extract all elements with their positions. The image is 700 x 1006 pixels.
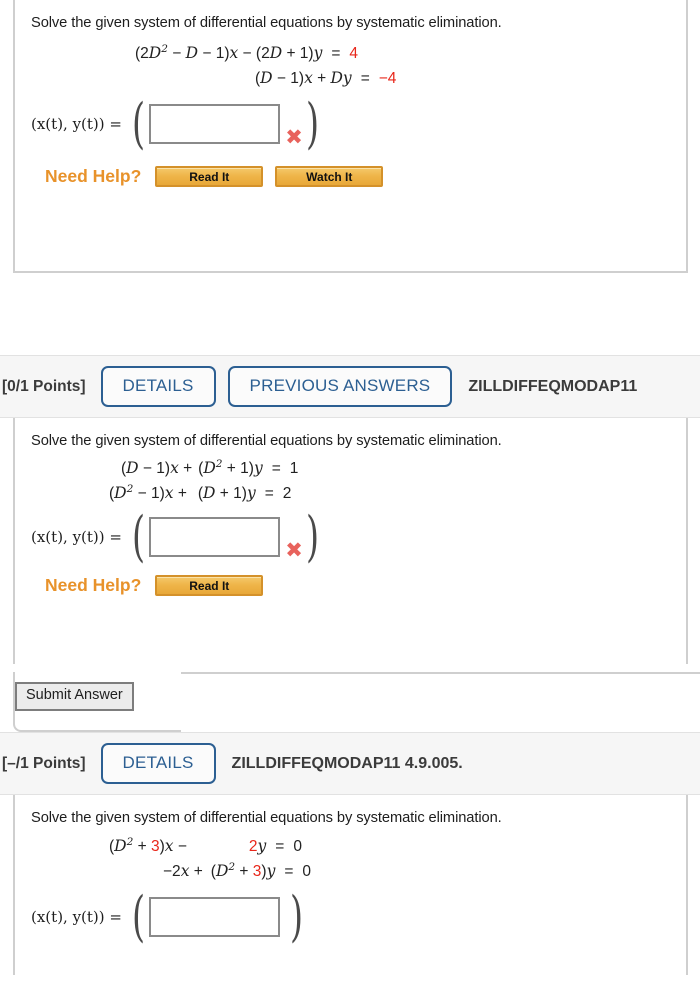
incorrect-x-icon: ✖ [285, 125, 303, 150]
equation-equals: = [360, 69, 370, 87]
equation-rhs: 0 [293, 838, 302, 856]
submit-answer-button[interactable]: Submit Answer [15, 682, 134, 711]
equation-rhs: 1 [289, 460, 299, 478]
answer-line-2: (x(t), y(t)) = ( ✖ ) [15, 504, 686, 568]
equation-rhs: 4 [349, 45, 359, 63]
answer-line-3: (x(t), y(t)) = ( ) [15, 884, 686, 948]
paren-right-decoration: ) [306, 91, 320, 155]
points-label-2: [0/1 Points] [2, 377, 86, 395]
answer-label: (x(t), y(t)) = [31, 908, 122, 927]
equation-block-1: (2D2 − D − 1)x − (2D + 1)y = 4 (D − 1)x … [15, 43, 686, 87]
previous-answers-button-2[interactable]: PREVIOUS ANSWERS [227, 366, 453, 407]
section-gap [0, 273, 700, 355]
equation-lhs: −2x + [163, 861, 203, 880]
equation-row: (D − 1)x + (D2 + 1)y = 1 [15, 458, 686, 478]
need-help-label: Need Help? [45, 575, 142, 596]
equation-equals: = [331, 45, 341, 63]
question-panel-2: Solve the given system of differential e… [13, 418, 688, 664]
equation-row: −2x + (D2 + 3)y = 0 [15, 860, 686, 880]
paren-left-decoration: ( [131, 884, 146, 948]
answer-label: (x(t), y(t)) = [31, 115, 122, 134]
equation-lhs: (D − 1)x + [121, 459, 193, 478]
equation-lhs-2: (D + 1)y [197, 483, 256, 502]
equation-lhs-2: (D2 + 1)y [198, 458, 263, 478]
equation-block-2: (D − 1)x + (D2 + 1)y = 1 (D2 − 1)x + (D … [15, 458, 686, 502]
equation-lhs-2: 2y [248, 837, 267, 856]
equation-row: (D2 + 3)x − 2y = 0 [15, 836, 686, 856]
equation-equals: = [271, 460, 281, 478]
question-panel-1: Solve the given system of differential e… [13, 0, 688, 273]
question-prompt-1: Solve the given system of differential e… [31, 15, 502, 31]
equation-rhs: 0 [302, 862, 312, 880]
question-prompt-2: Solve the given system of differential e… [31, 433, 502, 449]
equation-lhs: (D2 − 1)x + [109, 482, 187, 502]
watch-it-button[interactable]: Watch It [275, 166, 384, 188]
details-button-3[interactable]: DETAILS [100, 743, 216, 784]
points-label-3: [–/1 Points] [2, 754, 86, 772]
equation-lhs: (2D2 − D − 1)x − (2D + 1)y [135, 43, 323, 63]
equation-rhs: −4 [378, 69, 397, 87]
question-prompt-3: Solve the given system of differential e… [31, 810, 502, 826]
answer-line-1: (x(t), y(t)) = ( ✖ ) [15, 91, 686, 155]
equation-lhs: (D2 + 3)x − [109, 836, 187, 856]
equation-row: (D − 1)x + Dy = −4 [15, 68, 686, 87]
equation-row: (2D2 − D − 1)x − (2D + 1)y = 4 [15, 43, 686, 63]
need-help-label: Need Help? [45, 166, 142, 187]
answer-label: (x(t), y(t)) = [31, 528, 122, 547]
question-header-2: [0/1 Points] DETAILS PREVIOUS ANSWERS ZI… [0, 355, 700, 418]
assignment-code-3: ZILLDIFFEQMODAP11 4.9.005. [231, 754, 463, 772]
incorrect-slot: ✖ [282, 127, 304, 148]
equation-lhs-2: (D2 + 3)y [210, 860, 276, 880]
paren-left-decoration: ( [131, 91, 146, 155]
answer-input-2[interactable] [149, 517, 281, 558]
question-header-3: [–/1 Points] DETAILS ZILLDIFFEQMODAP11 4… [0, 732, 700, 795]
answer-input-3[interactable] [149, 897, 281, 938]
equation-equals: = [264, 484, 274, 502]
read-it-button[interactable]: Read It [155, 575, 264, 597]
read-it-button[interactable]: Read It [155, 166, 264, 188]
submit-divider [181, 672, 700, 674]
question-panel-3: Solve the given system of differential e… [13, 795, 688, 975]
submit-zone-2: Submit Answer [0, 664, 700, 732]
equation-rhs: 2 [282, 484, 292, 502]
incorrect-x-icon: ✖ [285, 538, 303, 563]
paren-right-decoration: ) [290, 884, 304, 948]
paren-right-decoration: ) [306, 504, 320, 568]
assignment-code-2: ZILLDIFFEQMODAP11 [468, 377, 638, 395]
need-help-row-2: Need Help? Read It [15, 575, 686, 597]
equation-equals: = [284, 862, 294, 880]
equation-block-3: (D2 + 3)x − 2y = 0 −2x + (D2 + 3)y = 0 [15, 836, 686, 880]
equation-lhs: (D − 1)x + Dy [255, 68, 352, 87]
details-button-2[interactable]: DETAILS [100, 366, 216, 407]
equation-row: (D2 − 1)x + (D + 1)y = 2 [15, 482, 686, 502]
need-help-row-1: Need Help? Read It Watch It [15, 166, 686, 188]
incorrect-slot: ✖ [282, 540, 304, 561]
paren-left-decoration: ( [131, 504, 146, 568]
answer-input-1[interactable] [149, 104, 281, 145]
equation-equals: = [275, 838, 285, 856]
